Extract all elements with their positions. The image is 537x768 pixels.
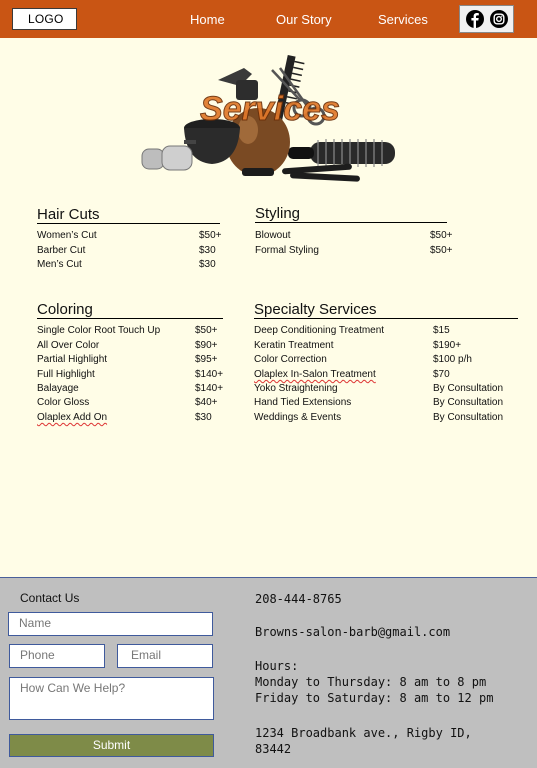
service-name: Single Color Root Touch Up (37, 325, 161, 336)
service-price: $50+ (199, 230, 222, 241)
name-field[interactable]: Name (8, 612, 213, 636)
service-name: Women’s Cut (37, 230, 97, 241)
service-name: All Over Color (37, 340, 100, 351)
email-field[interactable]: Email (117, 644, 213, 668)
specialty-heading: Specialty Services (254, 301, 518, 319)
service-name: Olaplex In-Salon Treatment (254, 369, 376, 380)
service-name: Hand Tied Extensions (254, 397, 352, 408)
service-name: Yoko Straightening (254, 383, 338, 394)
service-name: Blowout (255, 230, 291, 241)
service-price: $30 (195, 412, 212, 423)
service-name: Deep Conditioning Treatment (254, 325, 385, 336)
submit-button[interactable]: Submit (9, 734, 214, 757)
facebook-icon[interactable] (466, 10, 484, 28)
social-links (459, 5, 514, 33)
hours-weekend: Friday to Saturday: 8 am to 12 pm (255, 691, 494, 705)
service-price: $50+ (195, 325, 218, 336)
service-name: Barber Cut (37, 245, 86, 256)
service-price: $30 (199, 245, 216, 256)
contact-heading: Contact Us (20, 591, 80, 605)
address-line-2: 83442 (255, 742, 292, 756)
contact-footer: Contact Us Name Phone Email How Can We H… (0, 577, 537, 768)
styling-heading: Styling (255, 205, 447, 223)
coloring-heading: Coloring (37, 301, 223, 319)
message-field[interactable]: How Can We Help? (9, 677, 214, 720)
phone-number: 208-444-8765 (255, 592, 342, 606)
service-name: Full Highlight (37, 369, 95, 380)
logo[interactable]: LOGO (12, 8, 77, 30)
service-name: Color Gloss (37, 397, 90, 408)
hours-weekday: Monday to Thursday: 8 am to 8 pm (255, 675, 487, 689)
service-price: $40+ (195, 397, 218, 408)
service-price: $190+ (433, 340, 462, 351)
service-name: Olaplex Add On (37, 412, 108, 423)
service-name: Weddings & Events (254, 412, 342, 423)
nav-services-link[interactable]: Services (378, 12, 428, 27)
top-nav-bar: LOGO Home Our Story Services (0, 0, 537, 38)
service-price: $95+ (195, 354, 218, 365)
round-brush-icon (288, 139, 395, 167)
hero-title: Services (200, 90, 340, 128)
service-price: $50+ (430, 230, 453, 241)
service-price: By Consultation (433, 412, 504, 423)
service-name: Balayage (37, 383, 79, 394)
nav-our-story-link[interactable]: Our Story (276, 12, 332, 27)
service-price: $70 (433, 369, 450, 380)
hours-label: Hours: (255, 659, 299, 673)
service-price: $100 p/h (433, 354, 472, 365)
services-hero-image: Services (141, 54, 395, 182)
nav-home-link[interactable]: Home (190, 12, 225, 27)
haircuts-heading: Hair Cuts (37, 206, 220, 224)
address-line-1: 1234 Broadbank ave., Rigby ID, (255, 726, 472, 740)
service-price: $15 (433, 325, 450, 336)
service-name: Color Correction (254, 354, 327, 365)
service-price: By Consultation (433, 383, 504, 394)
service-name: Keratin Treatment (254, 340, 334, 351)
instagram-icon[interactable] (490, 10, 508, 28)
service-name: Partial Highlight (37, 354, 108, 365)
service-price: $90+ (195, 340, 218, 351)
service-price: $30 (199, 259, 216, 270)
service-price: $140+ (195, 383, 224, 394)
service-price: $140+ (195, 369, 224, 380)
phone-field[interactable]: Phone (9, 644, 105, 668)
service-price: $50+ (430, 245, 453, 256)
service-name: Formal Styling (255, 245, 319, 256)
service-price: By Consultation (433, 397, 504, 408)
email-address: Browns-salon-barb@gmail.com (255, 625, 451, 639)
hair-roller-icon (141, 145, 193, 171)
service-name: Men’s Cut (37, 259, 82, 270)
hair-clip-icon (282, 163, 360, 182)
